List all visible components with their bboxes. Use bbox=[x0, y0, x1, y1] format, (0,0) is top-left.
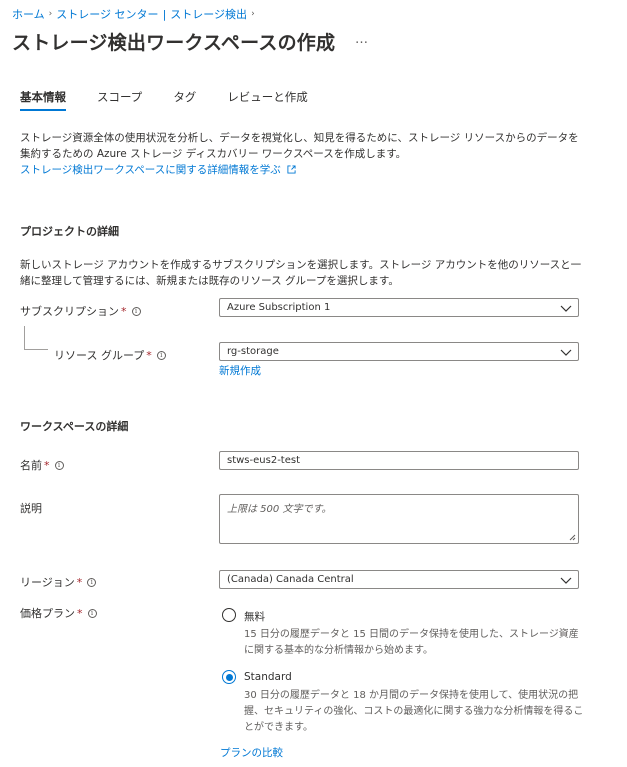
description-textarea[interactable]: 上限は 500 文字です。 bbox=[219, 494, 579, 544]
pricing-plan-label: 価格プラン * i bbox=[20, 605, 97, 621]
subscription-select[interactable]: Azure Subscription 1 bbox=[219, 298, 579, 317]
tree-connector-vertical bbox=[24, 326, 25, 350]
tab-basics[interactable]: 基本情報 bbox=[20, 89, 66, 111]
workspace-name-value: stws-eus2-test bbox=[227, 455, 301, 466]
pricing-plan-label-text: 価格プラン bbox=[20, 607, 75, 620]
learn-more: ストレージ検出ワークスペースに関する詳細情報を学ぶ bbox=[20, 162, 296, 177]
project-description: 新しいストレージ アカウントを作成するサブスクリプションを選択します。ストレージ… bbox=[20, 259, 582, 287]
plan-free-description: 15 日分の履歴データと 15 日間のデータ保持を使用した、ストレージ資産に関す… bbox=[244, 629, 579, 656]
plan-standard-label[interactable]: Standard bbox=[244, 671, 292, 683]
plan-standard-radio[interactable] bbox=[222, 670, 236, 684]
region-label: リージョン * i bbox=[20, 574, 97, 590]
resource-group-label-text: リソース グループ bbox=[54, 349, 145, 362]
compare-plans-link[interactable]: プランの比較 bbox=[220, 745, 283, 760]
region-select[interactable]: (Canada) Canada Central bbox=[219, 570, 579, 589]
name-label-text: 名前 bbox=[20, 459, 42, 472]
region-label-text: リージョン bbox=[20, 576, 75, 589]
workspace-name-input[interactable]: stws-eus2-test bbox=[219, 451, 579, 470]
tab-scope[interactable]: スコープ bbox=[97, 89, 142, 111]
plan-free-label[interactable]: 無料 bbox=[244, 609, 265, 624]
subscription-value: Azure Subscription 1 bbox=[227, 302, 331, 313]
page-title: ストレージ検出ワークスペースの作成 bbox=[12, 32, 336, 54]
info-icon[interactable]: i bbox=[54, 460, 64, 470]
learn-more-link[interactable]: ストレージ検出ワークスペースに関する詳細情報を学ぶ bbox=[20, 164, 281, 176]
description-placeholder: 上限は 500 文字です。 bbox=[227, 504, 332, 515]
resource-group-value: rg-storage bbox=[227, 346, 279, 357]
chevron-down-icon bbox=[560, 305, 572, 312]
intro-text: ストレージ資源全体の使用状況を分析し、データを視覚化し、知見を得るために、ストレ… bbox=[20, 132, 579, 160]
resize-grip-icon[interactable] bbox=[569, 534, 576, 541]
tree-connector-horizontal bbox=[24, 349, 48, 350]
required-marker: * bbox=[77, 606, 83, 620]
subscription-label: サブスクリプション * i bbox=[20, 303, 141, 319]
required-marker: * bbox=[44, 458, 50, 472]
region-value: (Canada) Canada Central bbox=[227, 574, 354, 585]
chevron-right-icon: › bbox=[48, 9, 53, 19]
description-label: 説明 bbox=[20, 500, 42, 516]
breadcrumb-divider: | bbox=[162, 7, 167, 21]
required-marker: * bbox=[121, 304, 127, 318]
required-marker: * bbox=[76, 575, 83, 589]
plan-standard-description: 30 日分の履歴データと 18 か月間のデータ保持を使用して、使用状況の把握、セ… bbox=[244, 690, 584, 733]
chevron-down-icon bbox=[560, 349, 572, 356]
create-new-resource-group-link[interactable]: 新規作成 bbox=[219, 363, 261, 378]
subscription-label-text: サブスクリプション bbox=[20, 305, 119, 318]
external-link-icon bbox=[287, 165, 296, 174]
chevron-down-icon bbox=[560, 577, 572, 584]
tab-bar: 基本情報 スコープ タグ レビューと作成 bbox=[20, 89, 308, 111]
info-icon[interactable]: i bbox=[156, 350, 166, 360]
workspace-details-heading: ワークスペースの詳細 bbox=[20, 420, 129, 433]
breadcrumb: ホーム › ストレージ センター | ストレージ検出 › bbox=[12, 6, 255, 22]
project-details-heading: プロジェクトの詳細 bbox=[20, 225, 119, 238]
breadcrumb-storage-discovery-link[interactable]: ストレージ検出 bbox=[170, 6, 247, 22]
resource-group-select[interactable]: rg-storage bbox=[219, 342, 579, 361]
resource-group-label: リソース グループ * i bbox=[54, 347, 166, 363]
chevron-right-icon: › bbox=[251, 9, 255, 19]
name-label: 名前 * i bbox=[20, 457, 64, 473]
info-icon[interactable]: i bbox=[87, 577, 97, 587]
info-icon[interactable]: i bbox=[131, 306, 141, 316]
required-marker: * bbox=[146, 348, 152, 362]
tab-tags[interactable]: タグ bbox=[173, 89, 196, 111]
description-label-text: 説明 bbox=[20, 502, 42, 515]
plan-free-radio[interactable] bbox=[222, 608, 236, 622]
breadcrumb-storage-center-link[interactable]: ストレージ センター bbox=[56, 6, 158, 22]
tab-review-create[interactable]: レビューと作成 bbox=[227, 89, 308, 111]
more-options-icon[interactable]: … bbox=[355, 32, 369, 47]
breadcrumb-home-link[interactable]: ホーム bbox=[12, 6, 45, 22]
info-icon[interactable]: i bbox=[87, 608, 97, 618]
